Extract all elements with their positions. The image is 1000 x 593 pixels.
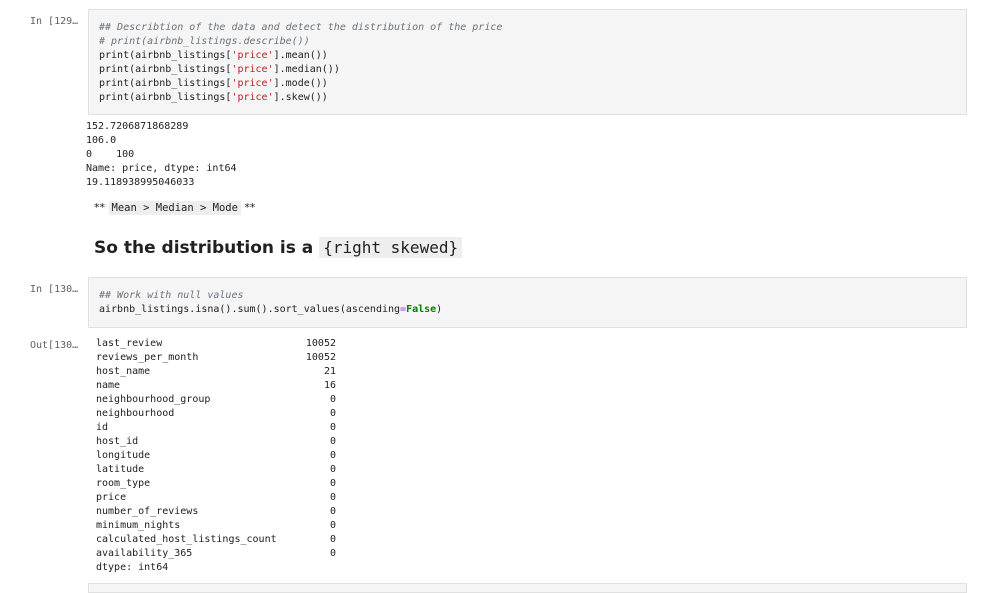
series-value: 10052 [305,338,336,349]
series-row: reviews_per_month 10052 [96,351,336,365]
code-line: print(airbnb_listings['price'].median()) [99,64,340,75]
cell-prompt-in: In [129… [30,16,79,27]
series-output: last_review 10052 reviews_per_month 10052 ho… [96,337,336,575]
code-line: print(airbnb_listings['price'].skew()) [99,92,328,103]
series-key: availability_365 [96,548,193,559]
series-row: id 0 [96,421,336,435]
series-value: 0 [329,492,336,503]
series-key: neighbourhood_group [96,394,211,405]
series-row: latitude 0 [96,463,336,477]
series-key: neighbourhood [96,408,175,419]
series-value: 0 [329,422,336,433]
series-key: calculated_host_listings_count [96,534,277,545]
code-editor[interactable]: ## Work with null values airbnb_listings… [99,289,442,317]
series-row: number_of_reviews 0 [96,505,336,519]
series-value: 0 [329,436,336,447]
series-key: name [96,380,121,391]
cell-prompt-out: Out[130… [30,340,79,351]
series-key: host_id [96,436,139,447]
output-line: 19.118938995046033 [86,177,195,188]
series-value: 0 [329,408,336,419]
series-row: price 0 [96,491,336,505]
series-value: 0 [329,450,336,461]
series-value: 0 [329,534,336,545]
series-row: room_type 0 [96,477,336,491]
code-line: airbnb_listings.isna().sum().sort_values… [99,304,443,315]
series-row: host_id 0 [96,435,336,449]
series-row: name 16 [96,379,336,393]
series-row: last_review 10052 [96,337,336,351]
output-line: 152.7206871868289 [86,121,189,132]
markdown-emphasis: ** Mean > Median > Mode ** [94,201,256,215]
series-row: host_name 21 [96,365,336,379]
code-cell-input[interactable]: ## Describtion of the data and detect th… [88,9,967,115]
code-cell-input[interactable]: ## Work with null values airbnb_listings… [88,277,967,328]
inline-code: Mean > Median > Mode [108,201,241,215]
output-line: 106.0 [86,135,117,146]
series-value: 0 [329,394,336,405]
series-key: room_type [96,478,151,489]
series-value: 0 [329,478,336,489]
series-key: minimum_nights [96,520,181,531]
series-key: id [96,422,109,433]
series-dtype: dtype: int64 [96,562,169,573]
code-comment: # print(airbnb_listings.describe()) [99,36,310,47]
series-value: 10052 [305,352,336,363]
series-row: longitude 0 [96,449,336,463]
series-row: availability_365 0 [96,547,336,561]
series-key: last_review [96,338,163,349]
code-comment: ## Work with null values [99,290,244,301]
series-key: price [96,492,127,503]
output-line: 0 100 [86,149,135,160]
series-key: number_of_reviews [96,506,199,517]
series-value: 0 [329,464,336,475]
cell-prompt-in: In [130… [30,284,79,295]
series-value: 0 [329,548,336,559]
code-comment: ## Describtion of the data and detect th… [99,22,503,33]
series-row: calculated_host_listings_count 0 [96,533,336,547]
series-key: latitude [96,464,145,475]
code-editor[interactable]: ## Describtion of the data and detect th… [99,21,502,105]
series-row: neighbourhood 0 [96,407,336,421]
series-key: host_name [96,366,151,377]
output-line: Name: price, dtype: int64 [86,163,237,174]
code-line: print(airbnb_listings['price'].mode()) [99,78,328,89]
series-key: longitude [96,450,151,461]
inline-code: {right skewed} [319,237,463,258]
series-row: neighbourhood_group 0 [96,393,336,407]
series-row: minimum_nights 0 [96,519,336,533]
series-value: 21 [323,366,336,377]
markdown-heading: So the distribution is a {right skewed} [94,237,463,258]
series-key: reviews_per_month [96,352,199,363]
next-code-cell[interactable] [88,583,967,593]
series-value: 0 [329,506,336,517]
series-value: 0 [329,520,336,531]
code-line: print(airbnb_listings['price'].mean()) [99,50,328,61]
series-value: 16 [323,380,336,391]
